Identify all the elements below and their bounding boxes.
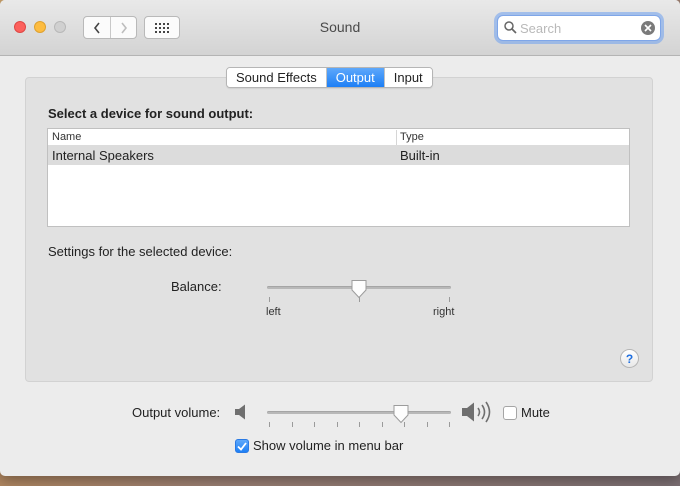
table-row[interactable]: Internal Speakers Built-in (48, 146, 629, 165)
device-section-title: Select a device for sound output: (48, 106, 254, 121)
volume-tick (359, 422, 360, 427)
balance-tick (449, 297, 450, 302)
speaker-high-icon (462, 401, 491, 423)
help-icon: ? (625, 351, 634, 366)
volume-tick (314, 422, 315, 427)
column-separator (396, 130, 397, 145)
mute-checkbox[interactable] (503, 406, 517, 420)
volume-tick (269, 422, 270, 427)
device-type: Built-in (400, 148, 440, 163)
balance-tick (269, 297, 270, 302)
settings-label: Settings for the selected device: (48, 244, 233, 259)
checkmark-icon (237, 441, 247, 451)
speaker-low-icon (235, 404, 245, 420)
preferences-window: Sound Sound Effects Output Input Select … (0, 0, 680, 476)
volume-tick (292, 422, 293, 427)
show-volume-label: Show volume in menu bar (253, 438, 404, 453)
search-field[interactable] (497, 15, 661, 41)
tab-sound-effects[interactable]: Sound Effects (227, 68, 326, 87)
balance-left-label: left (266, 306, 281, 318)
output-volume-label: Output volume: (132, 405, 221, 420)
balance-label: Balance: (171, 279, 222, 294)
segmented-tabs: Sound Effects Output Input (226, 67, 433, 88)
device-name: Internal Speakers (52, 148, 154, 163)
volume-slider-track[interactable] (267, 411, 451, 414)
tab-input[interactable]: Input (383, 68, 432, 87)
tab-output[interactable]: Output (325, 68, 384, 87)
volume-tick (427, 422, 428, 427)
content-panel (25, 77, 653, 382)
balance-right-label: right (433, 306, 455, 318)
volume-slider-thumb[interactable] (392, 404, 410, 424)
show-volume-checkbox[interactable] (235, 439, 249, 453)
device-table: Name Type Internal Speakers Built-in (47, 128, 630, 227)
mute-label: Mute (521, 405, 550, 420)
clear-icon (644, 24, 652, 32)
title-bar: Sound (0, 0, 680, 56)
table-header: Name Type (48, 129, 629, 146)
volume-tick (449, 422, 450, 427)
column-header-name[interactable]: Name (52, 131, 81, 143)
balance-slider-thumb[interactable] (350, 279, 368, 299)
volume-tick (382, 422, 383, 427)
help-button[interactable]: ? (620, 349, 639, 368)
search-input[interactable] (520, 19, 635, 38)
volume-tick (337, 422, 338, 427)
clear-search-button[interactable] (641, 21, 655, 35)
column-header-type[interactable]: Type (400, 131, 424, 143)
magnifier-icon (504, 21, 517, 34)
